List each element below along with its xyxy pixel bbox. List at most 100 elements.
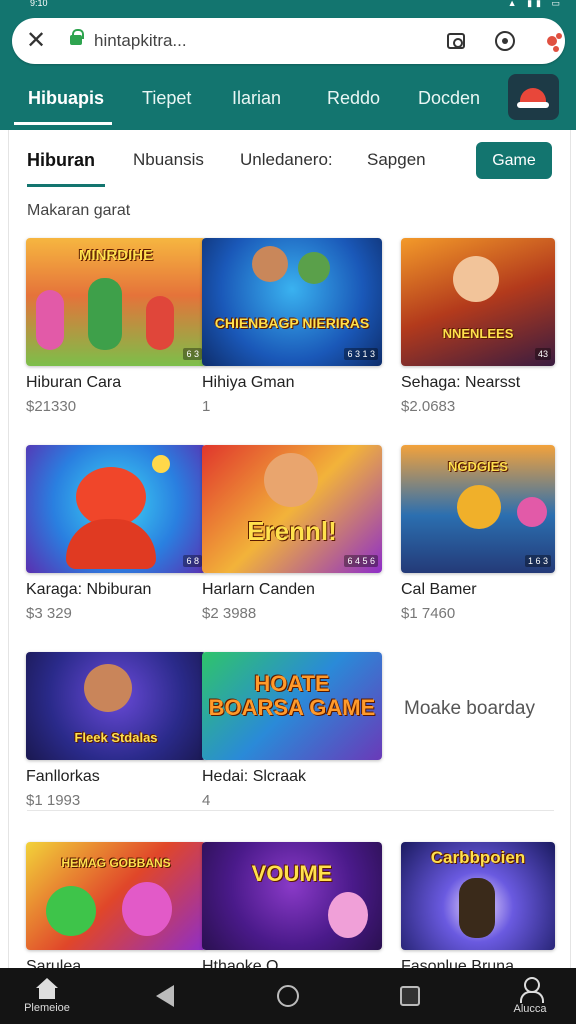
main-content: Hiburan Nbuansis Unledanero: Sapgen Game… <box>8 130 571 975</box>
subtab-nbuansis[interactable]: Nbuansis <box>133 150 204 170</box>
cap-brim <box>517 102 549 108</box>
game-card[interactable]: MINRDIHE 6 3 Hiburan Cara $21330 <box>26 238 206 415</box>
character-face <box>453 256 499 302</box>
card-title: Harlarn Canden <box>202 581 315 598</box>
subtab-unledanero[interactable]: Unledanero: <box>240 150 333 170</box>
nav-home-button[interactable]: Plemeioe <box>12 968 82 1024</box>
section-label: Makaran garat <box>27 202 131 219</box>
game-card[interactable]: Fleek Stdalas Fanllorkas $1 1993 <box>26 652 206 809</box>
game-thumbnail: 6 8 <box>26 445 206 573</box>
card-title: Hihiya Gman <box>202 374 295 391</box>
character-figure <box>36 290 64 350</box>
thumbnail-art-text: VOUME <box>251 861 333 886</box>
game-card[interactable]: Carbbpoien Fasonlue Bruna <box>401 842 555 976</box>
star-icon <box>152 455 170 473</box>
subtab-hiburan[interactable]: Hiburan <box>27 150 95 171</box>
thumbnail-badge: 6 3 <box>183 348 202 360</box>
thumbnail-art-text: Carbbpoien <box>430 848 526 867</box>
game-thumbnail: HOATE BOARSA GAME <box>202 652 382 760</box>
camera-icon[interactable] <box>444 29 468 53</box>
character-face <box>328 892 368 938</box>
character-face <box>76 467 146 527</box>
character-face <box>46 886 96 936</box>
thumbnail-art-text: HOATE BOARSA GAME <box>208 671 376 720</box>
account-icon <box>518 977 544 1003</box>
game-thumbnail: HEMAG GOBBANS <box>26 842 206 950</box>
character-face <box>517 497 547 527</box>
game-card[interactable]: 6 8 Karaga: Nbiburan $3 329 <box>26 445 206 622</box>
card-title: Hedai: Slcraak <box>202 768 307 785</box>
thumbnail-badge: 6 3 1 3 <box>344 348 378 360</box>
tab-tiepet[interactable]: Tiepet <box>142 88 191 109</box>
character-figure <box>88 278 122 350</box>
nav-recents-button[interactable] <box>390 968 430 1024</box>
card-price: $1 1993 <box>26 792 81 809</box>
nav-account-button[interactable]: Alucca <box>498 968 562 1024</box>
back-icon <box>156 985 174 1007</box>
card-price: $3 329 <box>26 605 72 622</box>
nav-home-label: Plemeioe <box>24 1002 70 1014</box>
extension-icon[interactable] <box>540 29 564 53</box>
game-thumbnail: Erennl! 6 4 5 6 <box>202 445 382 573</box>
active-tab-indicator <box>14 122 112 125</box>
tab-reddo[interactable]: Reddo <box>327 88 380 109</box>
character-face <box>252 246 288 282</box>
record-icon[interactable] <box>493 29 517 53</box>
character-face <box>264 453 318 507</box>
card-price: 4 <box>202 792 211 809</box>
card-title: Sehaga: Nearsst <box>401 374 521 391</box>
thumbnail-art-text: Erennl! <box>247 516 337 546</box>
thumbnail-badge: 6 4 5 6 <box>344 555 378 567</box>
game-card[interactable]: VOUME Hthaoke O <box>202 842 382 976</box>
url-bar[interactable]: ✕ hintapkitra... <box>12 18 565 64</box>
thumbnail-art-text: Fleek Stdalas <box>74 730 158 745</box>
character-figure <box>146 296 174 350</box>
tab-docden[interactable]: Docden <box>418 88 480 109</box>
character-figure <box>459 878 495 938</box>
character-face <box>457 485 501 529</box>
thumbnail-badge: 1 6 3 <box>524 555 551 567</box>
card-price: $1 7460 <box>401 605 456 622</box>
subtab-sapgen[interactable]: Sapgen <box>367 150 426 170</box>
nav-account-label: Alucca <box>513 1003 547 1015</box>
close-icon[interactable]: ✕ <box>26 27 46 55</box>
profile-avatar[interactable] <box>508 74 559 120</box>
game-card[interactable]: HEMAG GOBBANS Sarulea <box>26 842 206 976</box>
thumbnail-art-text: NNENLEES <box>442 326 514 341</box>
game-thumbnail: CHIENBAGP NIERIRAS 6 3 1 3 <box>202 238 382 366</box>
thumbnail-badge: 6 8 <box>183 555 202 567</box>
game-thumbnail: NGDGIES 1 6 3 <box>401 445 555 573</box>
character-figure <box>66 519 156 569</box>
game-card[interactable]: HOATE BOARSA GAME Hedai: Slcraak 4 <box>202 652 382 809</box>
game-card[interactable]: NNENLEES 43 Sehaga: Nearsst $2.0683 <box>401 238 555 415</box>
game-thumbnail: Fleek Stdalas <box>26 652 206 760</box>
card-title: Karaga: Nbiburan <box>26 581 152 598</box>
thumbnail-badge: 43 <box>534 348 551 360</box>
card-title: Hiburan Cara <box>26 374 122 391</box>
tab-ilarian[interactable]: Ilarian <box>232 88 281 109</box>
card-title: Cal Bamer <box>401 581 477 598</box>
game-card[interactable]: Erennl! 6 4 5 6 Harlarn Canden $2 3988 <box>202 445 382 622</box>
navigation-bar: Plemeioe Alucca <box>0 968 576 1024</box>
nav-home-circle-button[interactable] <box>268 968 308 1024</box>
game-button[interactable]: Game <box>476 142 552 179</box>
character-face <box>84 664 132 712</box>
game-card[interactable]: NGDGIES 1 6 3 Cal Bamer $1 7460 <box>401 445 555 622</box>
character-face <box>298 252 330 284</box>
card-title: Fanllorkas <box>26 768 100 785</box>
card-price: $2.0683 <box>401 398 456 415</box>
home-icon <box>35 978 59 1000</box>
thumbnail-art-text: CHIENBAGP NIERIRAS <box>214 315 370 331</box>
card-price: $2 3988 <box>202 605 257 622</box>
thumbnail-art-text: MINRDIHE <box>78 247 154 264</box>
tab-hibuapis[interactable]: Hibuapis <box>28 88 104 109</box>
nav-back-button[interactable] <box>145 968 185 1024</box>
thumbnail-art-text: NGDGIES <box>448 459 508 474</box>
square-icon <box>400 986 420 1006</box>
status-time: 9:10 <box>30 0 48 8</box>
status-bar: 9:10 ▲ ▮▮ ▭ <box>0 0 576 10</box>
divider <box>27 810 554 811</box>
url-text[interactable]: hintapkitra... <box>94 31 187 51</box>
game-card[interactable]: CHIENBAGP NIERIRAS 6 3 1 3 Hihiya Gman 1 <box>202 238 382 415</box>
circle-icon <box>277 985 299 1007</box>
